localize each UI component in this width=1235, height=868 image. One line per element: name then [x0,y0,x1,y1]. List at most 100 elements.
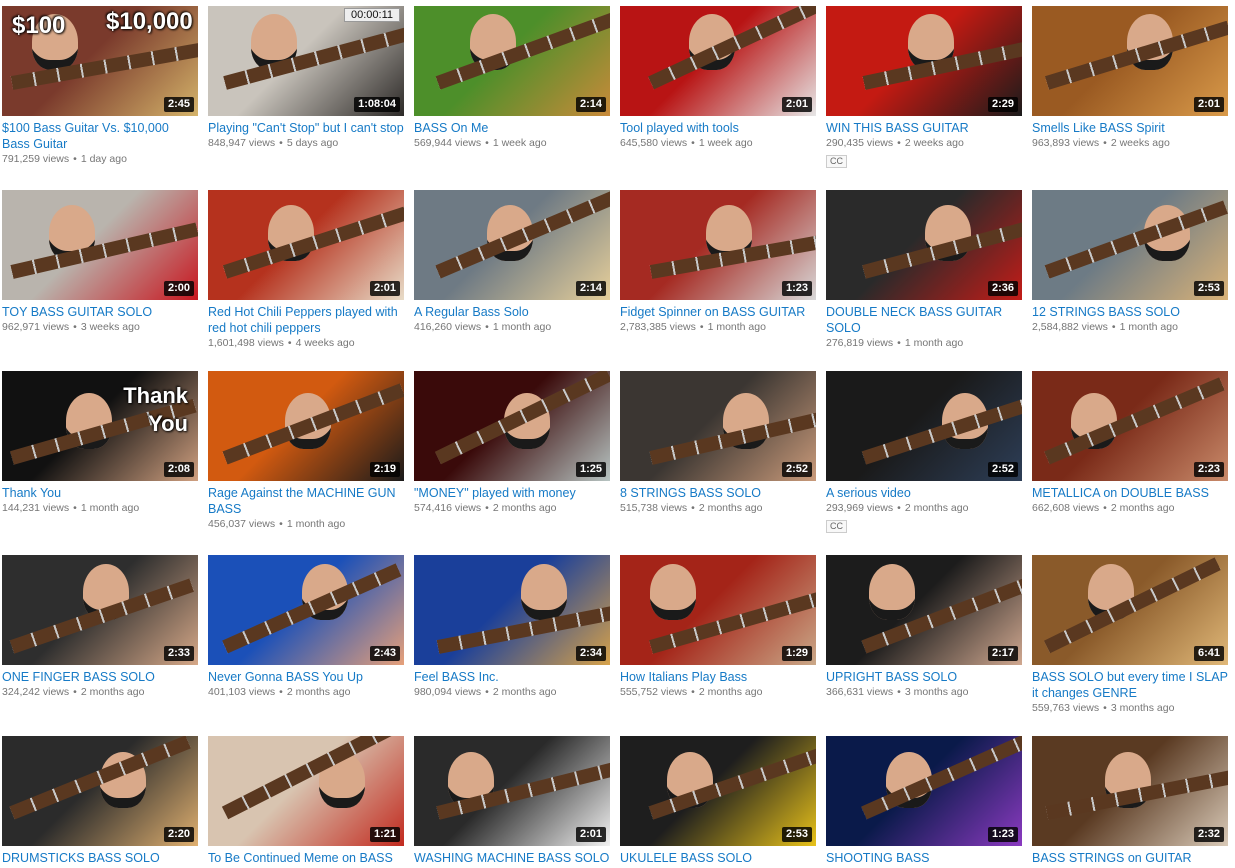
video-card[interactable]: 1:21 To Be Continued Meme on BASS [208,736,404,866]
video-title-link[interactable]: Feel BASS Inc. [414,669,610,685]
video-thumbnail[interactable]: 1:21 [208,736,404,846]
video-title-link[interactable]: To Be Continued Meme on BASS [208,850,404,866]
video-thumbnail[interactable]: 6:41 [1032,555,1228,665]
video-card[interactable]: 2:01 WASHING MACHINE BASS SOLO [414,736,610,866]
video-title-link[interactable]: BASS On Me [414,120,610,136]
video-title-link[interactable]: Tool played with tools [620,120,816,136]
video-title-link[interactable]: Playing "Can't Stop" but I can't stop [208,120,404,136]
video-card[interactable]: 2:32 BASS STRINGS on GUITAR [1032,736,1228,866]
video-title-link[interactable]: Fidget Spinner on BASS GUITAR [620,304,816,320]
video-title-link[interactable]: "MONEY" played with money [414,485,610,501]
video-thumbnail[interactable]: 2:00 [2,190,198,300]
video-thumbnail[interactable]: 00:00:11 1:08:04 [208,6,404,116]
video-title-link[interactable]: 8 STRINGS BASS SOLO [620,485,816,501]
video-thumbnail[interactable]: 2:43 [208,555,404,665]
video-card[interactable]: 2:52 A serious video 293,969 views • 2 month… [826,371,1022,534]
video-thumbnail[interactable]: 2:14 [414,6,610,116]
video-thumbnail[interactable]: 2:23 [1032,371,1228,481]
video-card[interactable]: $100 $10,000 2:45 $100 Bass Guitar Vs. $10,… [2,6,198,167]
video-title-link[interactable]: Thank You [2,485,198,501]
video-thumbnail[interactable]: 2:14 [414,190,610,300]
video-title-link[interactable]: UKULELE BASS SOLO [620,850,816,866]
video-title-link[interactable]: ONE FINGER BASS SOLO [2,669,198,685]
video-title-link[interactable]: Red Hot Chili Peppers played with red ho… [208,304,404,336]
video-thumbnail[interactable]: $100 $10,000 2:45 [2,6,198,116]
video-title-link[interactable]: UPRIGHT BASS SOLO [826,669,1022,685]
video-thumbnail[interactable]: 2:36 [826,190,1022,300]
upload-age: 2 months ago [80,686,145,698]
video-title-link[interactable]: How Italians Play Bass [620,669,816,685]
video-thumbnail[interactable]: 2:52 [826,371,1022,481]
video-title-link[interactable]: A Regular Bass Solo [414,304,610,320]
video-card[interactable]: 2:43 Never Gonna BASS You Up 401,103 views… [208,555,404,700]
video-card[interactable]: 00:00:11 1:08:04 Playing "Can't Stop" but … [208,6,404,151]
view-count: 401,103 views [208,686,276,698]
video-title-link[interactable]: METALLICA on DOUBLE BASS [1032,485,1228,501]
video-title-link[interactable]: 12 STRINGS BASS SOLO [1032,304,1228,320]
video-thumbnail[interactable]: Thank You 2:08 [2,371,198,481]
video-card[interactable]: 2:01 Smells Like BASS Spirit 963,893 views… [1032,6,1228,151]
duration-badge: 2:45 [163,97,194,112]
video-card[interactable]: 2:53 12 STRINGS BASS SOLO 2,584,882 views •… [1032,190,1228,335]
video-thumbnail[interactable]: 2:01 [620,6,816,116]
video-title-link[interactable]: WIN THIS BASS GUITAR [826,120,1022,136]
video-thumbnail[interactable]: 2:32 [1032,736,1228,846]
video-title-link[interactable]: Never Gonna BASS You Up [208,669,404,685]
video-card[interactable]: 1:25 "MONEY" played with money 574,416 vie… [414,371,610,516]
video-meta: 645,580 views • 1 week ago [620,136,816,151]
video-card[interactable]: 2:34 Feel BASS Inc. 980,094 views • 2 months… [414,555,610,700]
video-title-link[interactable]: BASS SOLO but every time I SLAP it chang… [1032,669,1228,701]
video-thumbnail[interactable]: 2:19 [208,371,404,481]
video-title-link[interactable]: DRUMSTICKS BASS SOLO [2,850,198,866]
video-card[interactable]: 2:00 TOY BASS GUITAR SOLO 962,971 views • 3 … [2,190,198,335]
view-count: 791,259 views [2,153,70,165]
video-meta: 2,783,385 views • 1 month ago [620,320,816,335]
video-card[interactable]: 2:52 8 STRINGS BASS SOLO 515,738 views • 2 m… [620,371,816,516]
video-thumbnail[interactable]: 1:29 [620,555,816,665]
video-title-link[interactable]: TOY BASS GUITAR SOLO [2,304,198,320]
video-title-link[interactable]: BASS STRINGS on GUITAR [1032,850,1228,866]
video-card[interactable]: 6:41 BASS SOLO but every time I SLAP it c… [1032,555,1228,716]
video-card[interactable]: 2:14 BASS On Me 569,944 views • 1 week ago [414,6,610,151]
video-card[interactable]: 2:01 Red Hot Chili Peppers played with re… [208,190,404,351]
video-card[interactable]: 2:20 DRUMSTICKS BASS SOLO [2,736,198,866]
video-thumbnail[interactable]: 2:20 [2,736,198,846]
video-title-link[interactable]: Smells Like BASS Spirit [1032,120,1228,136]
video-title-link[interactable]: A serious video [826,485,1022,501]
video-title-link[interactable]: $100 Bass Guitar Vs. $10,000 Bass Guitar [2,120,198,152]
video-thumbnail[interactable]: 2:53 [620,736,816,846]
video-card[interactable]: 1:23 SHOOTING BASS [826,736,1022,866]
video-card[interactable]: Thank You 2:08 Thank You 144,231 views • 1 mon… [2,371,198,516]
video-card[interactable]: 2:14 A Regular Bass Solo 416,260 views • 1 m… [414,190,610,335]
video-card[interactable]: 2:01 Tool played with tools 645,580 views •… [620,6,816,151]
video-title-link[interactable]: Rage Against the MACHINE GUN BASS [208,485,404,517]
video-thumbnail[interactable]: 1:23 [620,190,816,300]
video-card[interactable]: 2:36 DOUBLE NECK BASS GUITAR SOLO 276,819 … [826,190,1022,351]
video-thumbnail[interactable]: 2:53 [1032,190,1228,300]
video-title-link[interactable]: WASHING MACHINE BASS SOLO [414,850,610,866]
video-meta: 416,260 views • 1 month ago [414,320,610,335]
duration-badge: 2:33 [163,646,194,661]
video-card[interactable]: 2:19 Rage Against the MACHINE GUN BASS 456… [208,371,404,532]
upload-age: 2 months ago [904,502,969,514]
video-thumbnail[interactable]: 2:34 [414,555,610,665]
video-card[interactable]: 2:53 UKULELE BASS SOLO [620,736,816,866]
video-thumbnail[interactable]: 2:33 [2,555,198,665]
video-thumbnail[interactable]: 2:52 [620,371,816,481]
video-card[interactable]: 1:23 Fidget Spinner on BASS GUITAR 2,783,3… [620,190,816,335]
video-meta: 324,242 views • 2 months ago [2,685,198,700]
video-thumbnail[interactable]: 1:23 [826,736,1022,846]
video-card[interactable]: 2:33 ONE FINGER BASS SOLO 324,242 views • 2 … [2,555,198,700]
video-card[interactable]: 2:23 METALLICA on DOUBLE BASS 662,608 view… [1032,371,1228,516]
video-thumbnail[interactable]: 2:01 [1032,6,1228,116]
video-thumbnail[interactable]: 2:01 [208,190,404,300]
video-thumbnail[interactable]: 2:29 [826,6,1022,116]
video-card[interactable]: 2:29 WIN THIS BASS GUITAR 290,435 views • 2 … [826,6,1022,169]
video-thumbnail[interactable]: 2:01 [414,736,610,846]
video-thumbnail[interactable]: 1:25 [414,371,610,481]
video-title-link[interactable]: SHOOTING BASS [826,850,1022,866]
video-title-link[interactable]: DOUBLE NECK BASS GUITAR SOLO [826,304,1022,336]
video-card[interactable]: 2:17 UPRIGHT BASS SOLO 366,631 views • 3 mon… [826,555,1022,700]
video-thumbnail[interactable]: 2:17 [826,555,1022,665]
video-card[interactable]: 1:29 How Italians Play Bass 555,752 views •… [620,555,816,700]
